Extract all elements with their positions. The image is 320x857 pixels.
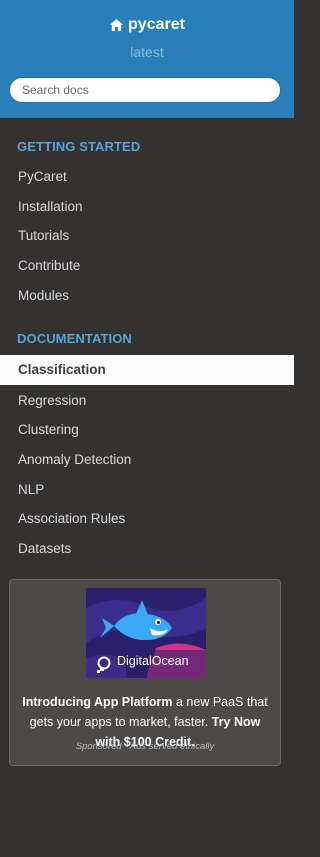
project-name: pycaret [128,16,185,33]
ad-image[interactable]: DigitalOcean [86,588,206,678]
sponsored-label[interactable]: Sponsored · Ads served ethically [10,741,280,752]
project-home-link[interactable]: pycaret [0,16,294,34]
nav-item-anomaly-detection[interactable]: Anomaly Detection [0,445,294,475]
ad-brand-label: DigitalOcean [117,654,189,668]
search-input[interactable] [9,77,281,103]
nav-item-modules[interactable]: Modules [0,281,294,311]
nav-item-nlp[interactable]: NLP [0,475,294,505]
nav-item-datasets[interactable]: Datasets [0,534,294,564]
home-icon [109,18,124,32]
nav-item-tutorials[interactable]: Tutorials [0,221,294,251]
sidebar-header: pycaret latest [0,0,294,118]
nav-item-pycaret[interactable]: PyCaret [0,162,294,192]
ad-headline-bold: Introducing App Platform [22,695,173,709]
sponsored-ad[interactable]: DigitalOcean Introducing App Platform a … [9,579,281,766]
nav-item-association-rules[interactable]: Association Rules [0,504,294,534]
nav-item-regression[interactable]: Regression [0,386,294,416]
version-label: latest [130,44,164,60]
section-caption-documentation: DOCUMENTATION [17,331,132,346]
nav-item-classification[interactable]: Classification [0,355,294,385]
nav-item-clustering[interactable]: Clustering [0,415,294,445]
nav-item-contribute[interactable]: Contribute [0,251,294,281]
section-caption-getting-started: GETTING STARTED [17,139,141,154]
nav-item-installation[interactable]: Installation [0,192,294,222]
